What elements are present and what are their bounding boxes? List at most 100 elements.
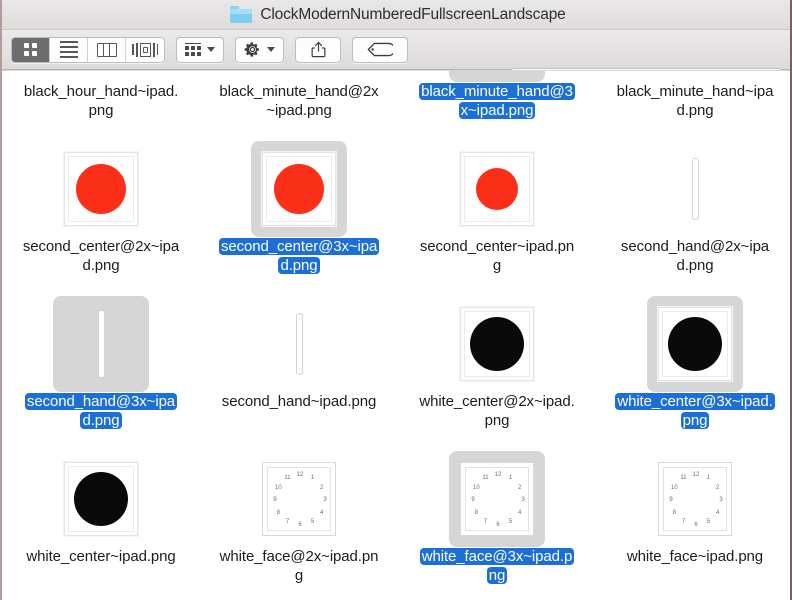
black-circle-graphic [74,472,128,526]
file-grid-container[interactable]: black_hour_hand~ipad.png black_minute_han… [2,70,792,600]
file-item[interactable]: white_center~ipad.png [2,447,200,600]
file-label-holder: black_minute_hand@3x~ipad.png [417,82,577,120]
file-item[interactable]: white_center@2x~ipad.png [398,292,596,447]
file-label-holder: second_hand@3x~ipad.png [21,392,181,430]
file-name: second_center@2x~ipad.png [23,238,179,274]
clock-hand-graphic [98,310,105,378]
file-thumbnail[interactable]: 121234567891011 [647,451,743,547]
clock-hand-graphic [296,313,303,375]
clock-face-graphic: 121234567891011 [262,462,336,536]
file-item[interactable]: 121234567891011 white_face~ipad.png [596,447,792,600]
view-mode-list-button[interactable] [50,38,88,62]
file-thumbnail[interactable]: 121234567891011 [251,451,347,547]
file-label-holder: white_center@2x~ipad.png [417,392,577,430]
file-thumbnail[interactable] [251,296,347,392]
file-name: second_center~ipad.png [420,238,574,274]
file-name: black_minute_hand@3x~ipad.png [419,83,575,119]
share-button[interactable] [295,37,341,63]
file-item[interactable]: second_center@3x~ipad.png [200,137,398,292]
view-mode-icon-button[interactable] [12,38,50,62]
red-circle-graphic [76,164,126,214]
file-item[interactable]: second_hand@3x~ipad.png [2,292,200,447]
file-label-holder: white_face@3x~ipad.png [417,547,577,585]
columns-icon [97,43,117,57]
file-name: second_hand@3x~ipad.png [25,393,177,429]
file-item[interactable]: second_center@2x~ipad.png [2,137,200,292]
png-thumbnail [64,152,138,226]
file-name: second_hand@2x~ipad.png [621,238,769,274]
file-thumbnail[interactable] [647,296,743,392]
file-grid: black_hour_hand~ipad.png black_minute_han… [2,70,792,600]
file-thumbnail[interactable] [53,141,149,237]
file-item[interactable]: white_center@3x~ipad.png [596,292,792,447]
file-label-holder: second_center@3x~ipad.png [219,237,379,275]
folder-icon [230,6,252,23]
file-name: black_minute_hand~ipad.png [617,83,774,119]
file-thumbnail[interactable] [251,141,347,237]
view-mode-segmented-control[interactable] [11,37,165,63]
red-circle-graphic [274,164,324,214]
file-item[interactable]: black_hour_hand~ipad.png [2,70,200,137]
file-label-holder: second_center~ipad.png [417,237,577,275]
file-thumbnail[interactable] [53,70,149,82]
list-icon [60,41,78,58]
file-name: black_hour_hand~ipad.png [24,83,178,119]
file-thumbnail[interactable] [449,141,545,237]
share-icon [311,41,326,58]
file-name: white_face@3x~ipad.png [420,548,574,584]
view-mode-coverflow-button[interactable] [126,38,164,62]
black-circle-graphic [470,317,524,371]
clock-face-graphic: 121234567891011 [460,462,534,536]
view-mode-column-button[interactable] [88,38,126,62]
window-title: ClockModernNumberedFullscreenLandscape [260,6,565,24]
file-item[interactable]: 121234567891011 white_face@3x~ipad.png [398,447,596,600]
action-button[interactable] [235,37,284,63]
file-name: white_face~ipad.png [627,548,763,565]
file-name: second_center@3x~ipad.png [219,238,379,274]
file-name: white_face@2x~ipad.png [220,548,379,584]
file-name: second_hand~ipad.png [222,393,376,410]
file-label-holder: second_center@2x~ipad.png [21,237,181,275]
file-thumbnail[interactable] [647,141,743,237]
file-label-holder: black_minute_hand~ipad.png [615,82,775,120]
file-label-holder: second_hand@2x~ipad.png [615,237,775,275]
file-thumbnail[interactable]: 121234567891011 [449,451,545,547]
file-label-holder: black_minute_hand@2x~ipad.png [219,82,379,120]
coverflow-icon [132,43,158,57]
finder-window: ClockModernNumberedFullscreenLandscape [0,0,792,600]
file-item[interactable]: second_center~ipad.png [398,137,596,292]
chevron-down-icon [207,47,215,52]
black-circle-graphic [668,317,722,371]
file-name: white_center@2x~ipad.png [419,393,574,429]
file-item[interactable]: 121234567891011 white_face@2x~ipad.png [200,447,398,600]
file-item[interactable]: black_minute_hand@2x~ipad.png [200,70,398,137]
png-thumbnail [460,152,534,226]
gear-icon [244,41,261,58]
file-thumbnail[interactable] [53,451,149,547]
file-label-holder: second_hand~ipad.png [219,392,379,411]
grid-icon [24,43,37,56]
file-thumbnail[interactable] [251,70,347,82]
title-bar: ClockModernNumberedFullscreenLandscape [2,0,792,30]
file-item[interactable]: second_hand~ipad.png [200,292,398,447]
file-thumbnail[interactable] [647,70,743,82]
file-thumbnail[interactable] [449,70,545,82]
file-item[interactable]: black_minute_hand@3x~ipad.png [398,70,596,137]
file-thumbnail[interactable] [53,296,149,392]
clock-face-graphic: 121234567891011 [658,462,732,536]
file-item[interactable]: second_hand@2x~ipad.png [596,137,792,292]
png-thumbnail [460,307,534,381]
file-label-holder: white_center@3x~ipad.png [615,392,775,430]
png-thumbnail [64,462,138,536]
arrange-icon [185,43,201,57]
chevron-down-icon [267,47,275,52]
file-item[interactable]: black_minute_hand~ipad.png [596,70,792,137]
tag-button[interactable] [352,37,408,63]
toolbar: Search [2,30,792,70]
file-label-holder: black_hour_hand~ipad.png [21,82,181,120]
png-thumbnail [658,307,732,381]
arrange-button[interactable] [176,37,224,63]
file-name: white_center@3x~ipad.png [615,393,774,429]
file-thumbnail[interactable] [449,296,545,392]
file-label-holder: white_center~ipad.png [21,547,181,566]
